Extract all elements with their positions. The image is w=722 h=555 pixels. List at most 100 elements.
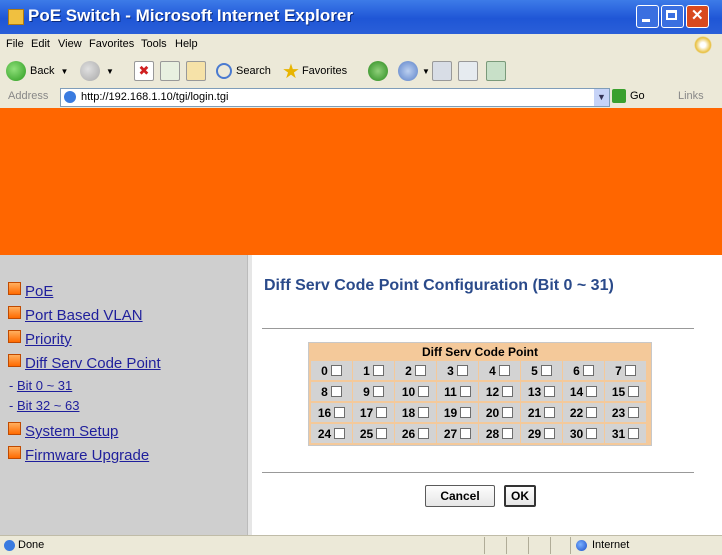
menu-edit[interactable]: Edit <box>31 38 50 50</box>
go-arrow-icon[interactable] <box>612 89 626 103</box>
dscp-bit-checkbox[interactable] <box>372 365 384 376</box>
dscp-bit-checkbox[interactable] <box>418 428 430 439</box>
dscp-bit-checkbox[interactable] <box>582 365 594 376</box>
dscp-bit-label: 20 <box>485 405 500 420</box>
dscp-bit-checkbox[interactable] <box>586 428 598 439</box>
dscp-grid: 0 1 2 3 4 5 6 7 8 9 10 11 12 13 14 15 16 17 18 19 20 21 22 23 24… <box>309 361 651 445</box>
dscp-bit-label: 14 <box>569 384 584 399</box>
history-button[interactable] <box>368 59 388 83</box>
go-button[interactable]: Go <box>630 90 645 102</box>
dscp-bit-cell: 26 <box>395 424 436 443</box>
menu-tools[interactable]: Tools <box>141 38 167 50</box>
links-label[interactable]: Links <box>678 90 704 102</box>
mail-button[interactable]: ▼ <box>398 59 430 83</box>
dscp-bit-checkbox[interactable] <box>540 365 552 376</box>
dscp-bit-checkbox[interactable] <box>502 428 514 439</box>
sidebar-subitem-label: Bit 32 ~ 63 <box>16 398 80 413</box>
messenger-button[interactable] <box>486 59 506 83</box>
sidebar-item-label: Firmware Upgrade <box>25 447 150 464</box>
dscp-bit-checkbox[interactable] <box>334 407 346 418</box>
close-button[interactable] <box>686 5 709 28</box>
dscp-bit-cell: 19 <box>437 403 478 422</box>
sidebar-item-label: System Setup <box>25 423 119 440</box>
dscp-bit-checkbox[interactable] <box>628 407 640 418</box>
dscp-bit-checkbox[interactable] <box>418 386 430 397</box>
dscp-bit-checkbox[interactable] <box>544 386 556 397</box>
sidebar-item-port-based-vlan[interactable]: Port Based VLAN <box>8 306 143 324</box>
dscp-bit-checkbox[interactable] <box>330 365 342 376</box>
dscp-bit-checkbox[interactable] <box>460 428 472 439</box>
dscp-bit-checkbox[interactable] <box>628 428 640 439</box>
dscp-bit-checkbox[interactable] <box>502 407 514 418</box>
dscp-bit-checkbox[interactable] <box>456 365 468 376</box>
dscp-bit-checkbox[interactable] <box>544 407 556 418</box>
search-button[interactable]: Search <box>216 59 271 83</box>
dscp-bit-checkbox[interactable] <box>544 428 556 439</box>
dscp-bit-checkbox[interactable] <box>372 386 384 397</box>
cancel-button[interactable]: Cancel <box>425 485 495 507</box>
forward-dropdown-icon[interactable]: ▼ <box>106 67 114 76</box>
dscp-bit-label: 7 <box>615 363 622 378</box>
sidebar-item-system-setup[interactable]: System Setup <box>8 422 119 440</box>
favorites-button[interactable]: ★ Favorites <box>282 59 347 83</box>
menu-bar: File Edit View Favorites Tools Help <box>0 34 722 57</box>
maximize-button[interactable] <box>661 5 684 28</box>
refresh-button[interactable] <box>160 59 180 83</box>
dscp-bit-checkbox[interactable] <box>418 407 430 418</box>
sidebar-item-priority[interactable]: Priority <box>8 330 72 348</box>
address-input[interactable]: http://192.168.1.10/tgi/login.tgi ▼ <box>60 88 610 107</box>
dscp-bit-cell: 11 <box>437 382 478 401</box>
dscp-bit-checkbox[interactable] <box>334 428 346 439</box>
sidebar-subitem-bit-0-31[interactable]: - Bit 0 ~ 31 <box>9 378 72 393</box>
dscp-bit-cell: 13 <box>521 382 562 401</box>
status-separator <box>570 537 571 554</box>
dscp-bit-cell: 10 <box>395 382 436 401</box>
menu-file[interactable]: File <box>6 38 24 50</box>
home-button[interactable] <box>186 59 206 83</box>
sidebar-item-firmware-upgrade[interactable]: Firmware Upgrade <box>8 446 150 464</box>
minimize-button[interactable] <box>636 5 659 28</box>
sidebar-subitem-bit-32-63[interactable]: - Bit 32 ~ 63 <box>9 398 79 413</box>
sidebar-item-diff-serv-code-point[interactable]: Diff Serv Code Point <box>8 354 161 372</box>
dscp-bit-checkbox[interactable] <box>330 386 342 397</box>
dscp-bit-checkbox[interactable] <box>376 407 388 418</box>
mail-dropdown-icon[interactable]: ▼ <box>422 67 430 76</box>
search-label: Search <box>236 65 271 77</box>
dscp-bit-cell: 5 <box>521 361 562 380</box>
menu-help[interactable]: Help <box>175 38 198 50</box>
menu-favorites[interactable]: Favorites <box>89 38 134 50</box>
sidebar-item-poe[interactable]: PoE <box>8 282 53 300</box>
dscp-bit-checkbox[interactable] <box>586 386 598 397</box>
back-dropdown-icon[interactable]: ▼ <box>60 67 68 76</box>
dscp-bit-label: 26 <box>401 426 416 441</box>
dscp-bit-checkbox[interactable] <box>459 386 471 397</box>
sidebar: PoE Port Based VLAN Priority Diff Serv C… <box>0 255 247 535</box>
dscp-bit-cell: 14 <box>563 382 604 401</box>
address-dropdown-icon[interactable]: ▼ <box>594 89 609 106</box>
dscp-bit-cell: 20 <box>479 403 520 422</box>
menu-view[interactable]: View <box>58 38 82 50</box>
dscp-bit-checkbox[interactable] <box>498 365 510 376</box>
dscp-bit-checkbox[interactable] <box>414 365 426 376</box>
status-bar: Done Internet <box>0 535 722 555</box>
dscp-bit-cell: 8 <box>311 382 352 401</box>
dscp-bit-label: 19 <box>443 405 458 420</box>
back-button[interactable]: Back ▼ <box>6 59 68 83</box>
dscp-bit-label: 22 <box>569 405 584 420</box>
forward-button[interactable]: ▼ <box>80 59 114 83</box>
edit-button[interactable] <box>458 59 478 83</box>
dscp-bit-cell: 0 <box>311 361 352 380</box>
ok-button[interactable]: OK <box>504 485 536 507</box>
sidebar-subitem-label: Bit 0 ~ 31 <box>16 378 73 393</box>
dscp-bit-cell: 27 <box>437 424 478 443</box>
dscp-bit-checkbox[interactable] <box>376 428 388 439</box>
dscp-bit-checkbox[interactable] <box>502 386 514 397</box>
dscp-bit-checkbox[interactable] <box>624 365 636 376</box>
dscp-bit-checkbox[interactable] <box>460 407 472 418</box>
dscp-bit-checkbox[interactable] <box>628 386 640 397</box>
dscp-bit-checkbox[interactable] <box>586 407 598 418</box>
print-button[interactable] <box>432 59 452 83</box>
dscp-bit-label: 16 <box>317 405 332 420</box>
stop-button[interactable]: ✖ <box>134 59 154 83</box>
dscp-bit-label: 9 <box>363 384 370 399</box>
